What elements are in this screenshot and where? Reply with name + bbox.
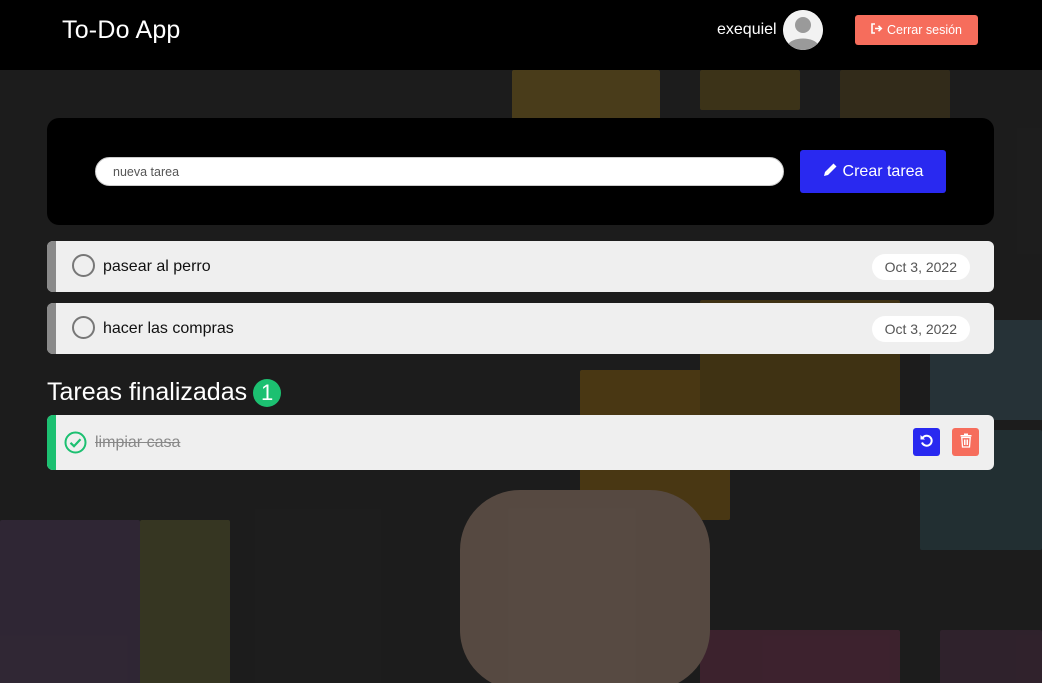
task-title: hacer las compras bbox=[103, 320, 234, 337]
finished-section-header: Tareas finalizadas 1 bbox=[47, 378, 282, 407]
check-circle-icon[interactable] bbox=[64, 431, 87, 454]
finished-count-badge: 1 bbox=[253, 378, 282, 407]
create-task-panel: Crear tarea bbox=[47, 118, 994, 225]
user-avatar-icon[interactable] bbox=[783, 10, 823, 50]
finished-task-title: limpiar casa bbox=[95, 434, 181, 451]
create-task-label: Crear tarea bbox=[842, 162, 924, 180]
logout-label: Cerrar sesión bbox=[886, 23, 963, 37]
task-stripe bbox=[47, 241, 56, 292]
navbar: To-Do App exequiel Cerrar sesión bbox=[0, 0, 1042, 70]
new-task-input[interactable] bbox=[95, 157, 784, 186]
trash-icon bbox=[960, 433, 972, 451]
restore-task-button[interactable] bbox=[913, 428, 940, 456]
task-row: pasear al perro Oct 3, 2022 bbox=[47, 241, 994, 292]
empty-circle-icon[interactable] bbox=[72, 254, 95, 277]
sign-out-icon bbox=[871, 23, 883, 37]
finished-task-row: limpiar casa bbox=[47, 415, 994, 470]
empty-circle-icon[interactable] bbox=[72, 316, 95, 339]
create-task-button[interactable]: Crear tarea bbox=[800, 150, 946, 193]
app-title: To-Do App bbox=[62, 16, 181, 44]
task-stripe bbox=[47, 303, 56, 354]
username: exequiel bbox=[717, 21, 777, 38]
task-title: pasear al perro bbox=[103, 258, 211, 275]
task-date-badge: Oct 3, 2022 bbox=[871, 316, 970, 342]
logout-button[interactable]: Cerrar sesión bbox=[855, 15, 978, 45]
pencil-icon bbox=[823, 162, 838, 182]
delete-task-button[interactable] bbox=[952, 428, 979, 456]
task-row: hacer las compras Oct 3, 2022 bbox=[47, 303, 994, 354]
finished-heading: Tareas finalizadas bbox=[47, 378, 248, 406]
task-date-badge: Oct 3, 2022 bbox=[871, 254, 970, 280]
task-stripe bbox=[47, 415, 56, 470]
undo-icon bbox=[919, 433, 934, 451]
